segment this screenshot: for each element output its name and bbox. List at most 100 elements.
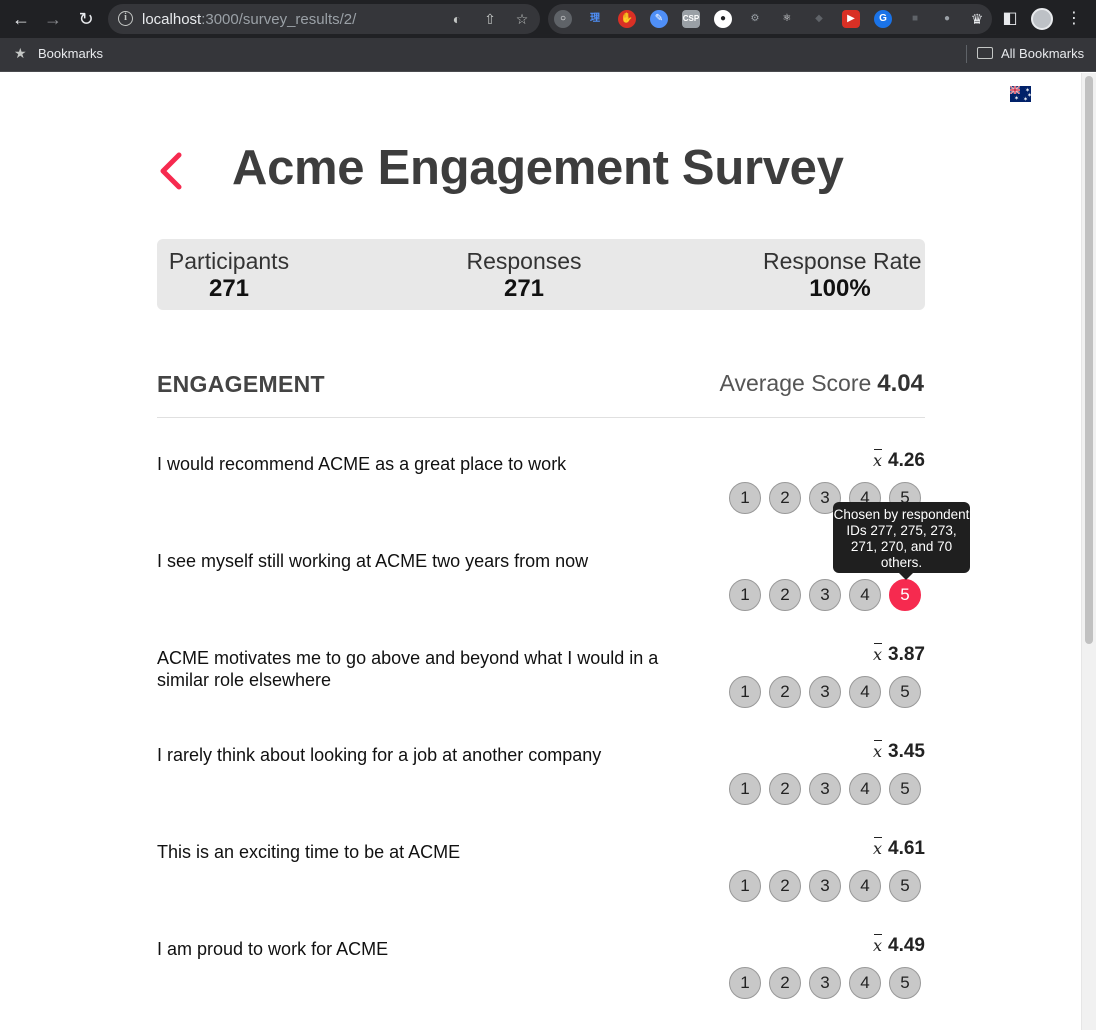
option-2-button[interactable]: 2 <box>769 482 801 514</box>
section-divider <box>157 417 925 418</box>
option-2-button[interactable]: 2 <box>769 870 801 902</box>
extension-g-icon[interactable]: G <box>874 10 892 28</box>
extension-circle-icon[interactable]: ● <box>714 10 732 28</box>
question-mean-value: 4.49 <box>888 935 925 956</box>
option-3-button[interactable]: 3 <box>809 870 841 902</box>
bookmarks-label[interactable]: Bookmarks <box>38 46 103 61</box>
extensions-puzzle-icon[interactable]: ♛ <box>968 10 986 28</box>
option-4-button[interactable]: 4 <box>849 870 881 902</box>
extension-bug-icon[interactable]: ⚙ <box>746 10 764 28</box>
extension-video-icon[interactable]: ▶ <box>842 10 860 28</box>
site-info-icon[interactable]: i <box>118 11 133 26</box>
option-1-button[interactable]: 1 <box>729 676 761 708</box>
share-icon[interactable]: ⇧ <box>481 10 499 28</box>
forward-arrow-icon[interactable]: → <box>40 7 66 31</box>
stat-response-rate: Response Rate 100% <box>763 248 922 303</box>
extension-react-icon[interactable]: ⚛ <box>778 10 796 28</box>
question-row: ACME motivates me to go above and beyond… <box>157 644 925 744</box>
option-group: 12345 <box>721 676 921 708</box>
flag-star-icon: ✶ <box>1023 97 1029 102</box>
option-1-button[interactable]: 1 <box>729 482 761 514</box>
mean-symbol-icon: x <box>872 451 883 470</box>
all-bookmarks-label[interactable]: All Bookmarks <box>1001 46 1084 61</box>
question-row: I see myself still working at ACME two y… <box>157 550 925 647</box>
bookmarks-bar <box>0 38 1096 72</box>
option-4-button[interactable]: 4 <box>849 579 881 611</box>
flag-star-icon: ✶ <box>1014 96 1020 102</box>
back-arrow-icon[interactable]: ← <box>8 7 34 31</box>
option-2-button[interactable]: 2 <box>769 579 801 611</box>
question-text: I would recommend ACME as a great place … <box>157 454 567 474</box>
menu-kebab-icon[interactable]: ⋮ <box>1063 7 1085 31</box>
bookmark-star-icon[interactable]: ☆ <box>513 10 531 28</box>
mean-symbol-icon: x <box>872 645 883 664</box>
stat-participants-value: 271 <box>208 275 250 302</box>
mean-symbol-icon: x <box>872 936 883 955</box>
back-chevron-icon[interactable] <box>158 151 186 191</box>
average-score-value: 4.04 <box>877 370 924 397</box>
option-1-button[interactable]: 1 <box>729 967 761 999</box>
option-4-button[interactable]: 4 <box>849 676 881 708</box>
option-4-button[interactable]: 4 <box>849 967 881 999</box>
folder-icon <box>977 47 993 59</box>
reload-icon[interactable]: ↻ <box>73 7 99 31</box>
question-mean: x 3.87 <box>873 644 925 666</box>
question-text: I rarely think about looking for a job a… <box>157 745 602 765</box>
option-2-button[interactable]: 2 <box>769 676 801 708</box>
stat-responses-label: Responses <box>466 248 582 274</box>
extension-dark-icon[interactable]: ◆ <box>810 10 828 28</box>
australia-flag-icon[interactable]: ✶ ✶ ✶ ✶ <box>1010 86 1031 102</box>
section-title: ENGAGEMENT <box>157 371 325 397</box>
mean-symbol-icon: x <box>872 839 883 858</box>
question-mean: x 3.45 <box>873 741 925 763</box>
option-5-button[interactable]: 5 <box>889 967 921 999</box>
question-text: ACME motivates me to go above and beyond… <box>157 648 659 690</box>
question-mean: x 4.26 <box>873 450 925 472</box>
option-1-button[interactable]: 1 <box>729 773 761 805</box>
respondents-tooltip: Chosen by respondent IDs 277, 275, 273, … <box>833 502 970 580</box>
option-group: 12345 <box>721 967 921 999</box>
extension-stop-icon[interactable]: ✋ <box>618 10 636 28</box>
question-text: I see myself still working at ACME two y… <box>157 551 589 571</box>
address-bar[interactable]: i localhost:3000/survey_results/2/ ◐ ⇧ ☆ <box>108 4 540 34</box>
option-3-button[interactable]: 3 <box>809 579 841 611</box>
option-3-button[interactable]: 3 <box>809 676 841 708</box>
extension-cursor-icon[interactable]: ○ <box>554 10 572 28</box>
option-2-button[interactable]: 2 <box>769 967 801 999</box>
question-row: This is an exciting time to be at ACME x… <box>157 838 925 938</box>
url-text[interactable]: localhost:3000/survey_results/2/ <box>142 11 356 28</box>
question-mean: x 4.49 <box>873 935 925 957</box>
page-title: Acme Engagement Survey <box>232 141 844 195</box>
option-group: 12345 <box>721 773 921 805</box>
option-5-button-selected[interactable]: 5 <box>889 579 921 611</box>
scrollbar-thumb[interactable] <box>1085 76 1093 644</box>
bookmarks-star-icon: ★ <box>14 45 27 61</box>
option-1-button[interactable]: 1 <box>729 579 761 611</box>
extension-gray-icon[interactable]: ■ <box>906 10 924 28</box>
union-jack-icon <box>1010 86 1020 94</box>
side-panel-icon[interactable]: ◧ <box>999 7 1021 31</box>
extension-translate-icon[interactable]: 理 <box>586 10 604 28</box>
option-5-button[interactable]: 5 <box>889 870 921 902</box>
mean-symbol-icon: x <box>872 742 883 761</box>
option-3-button[interactable]: 3 <box>809 967 841 999</box>
stat-responses-value: 271 <box>503 275 545 302</box>
performance-icon[interactable]: ◐ <box>448 10 466 28</box>
extension-pen-icon[interactable]: ✎ <box>650 10 668 28</box>
option-5-button[interactable]: 5 <box>889 773 921 805</box>
stat-participants-label: Participants <box>168 248 290 274</box>
option-2-button[interactable]: 2 <box>769 773 801 805</box>
extensions-strip: ○ 理 ✋ ✎ CSP ● ⚙ ⚛ ◆ ▶ G ■ ● ♛ <box>548 4 992 34</box>
extension-csp-icon[interactable]: CSP <box>682 10 700 28</box>
option-1-button[interactable]: 1 <box>729 870 761 902</box>
question-text: This is an exciting time to be at ACME <box>157 842 461 862</box>
stat-participants: Participants 271 <box>164 248 294 303</box>
option-4-button[interactable]: 4 <box>849 773 881 805</box>
extension-bottle-icon[interactable]: ● <box>938 10 956 28</box>
profile-avatar[interactable] <box>1031 8 1053 30</box>
question-mean-value: 3.87 <box>888 644 925 665</box>
option-3-button[interactable]: 3 <box>809 773 841 805</box>
option-5-button[interactable]: 5 <box>889 676 921 708</box>
question-mean-value: 4.26 <box>888 450 925 471</box>
question-mean-value: 3.45 <box>888 741 925 762</box>
